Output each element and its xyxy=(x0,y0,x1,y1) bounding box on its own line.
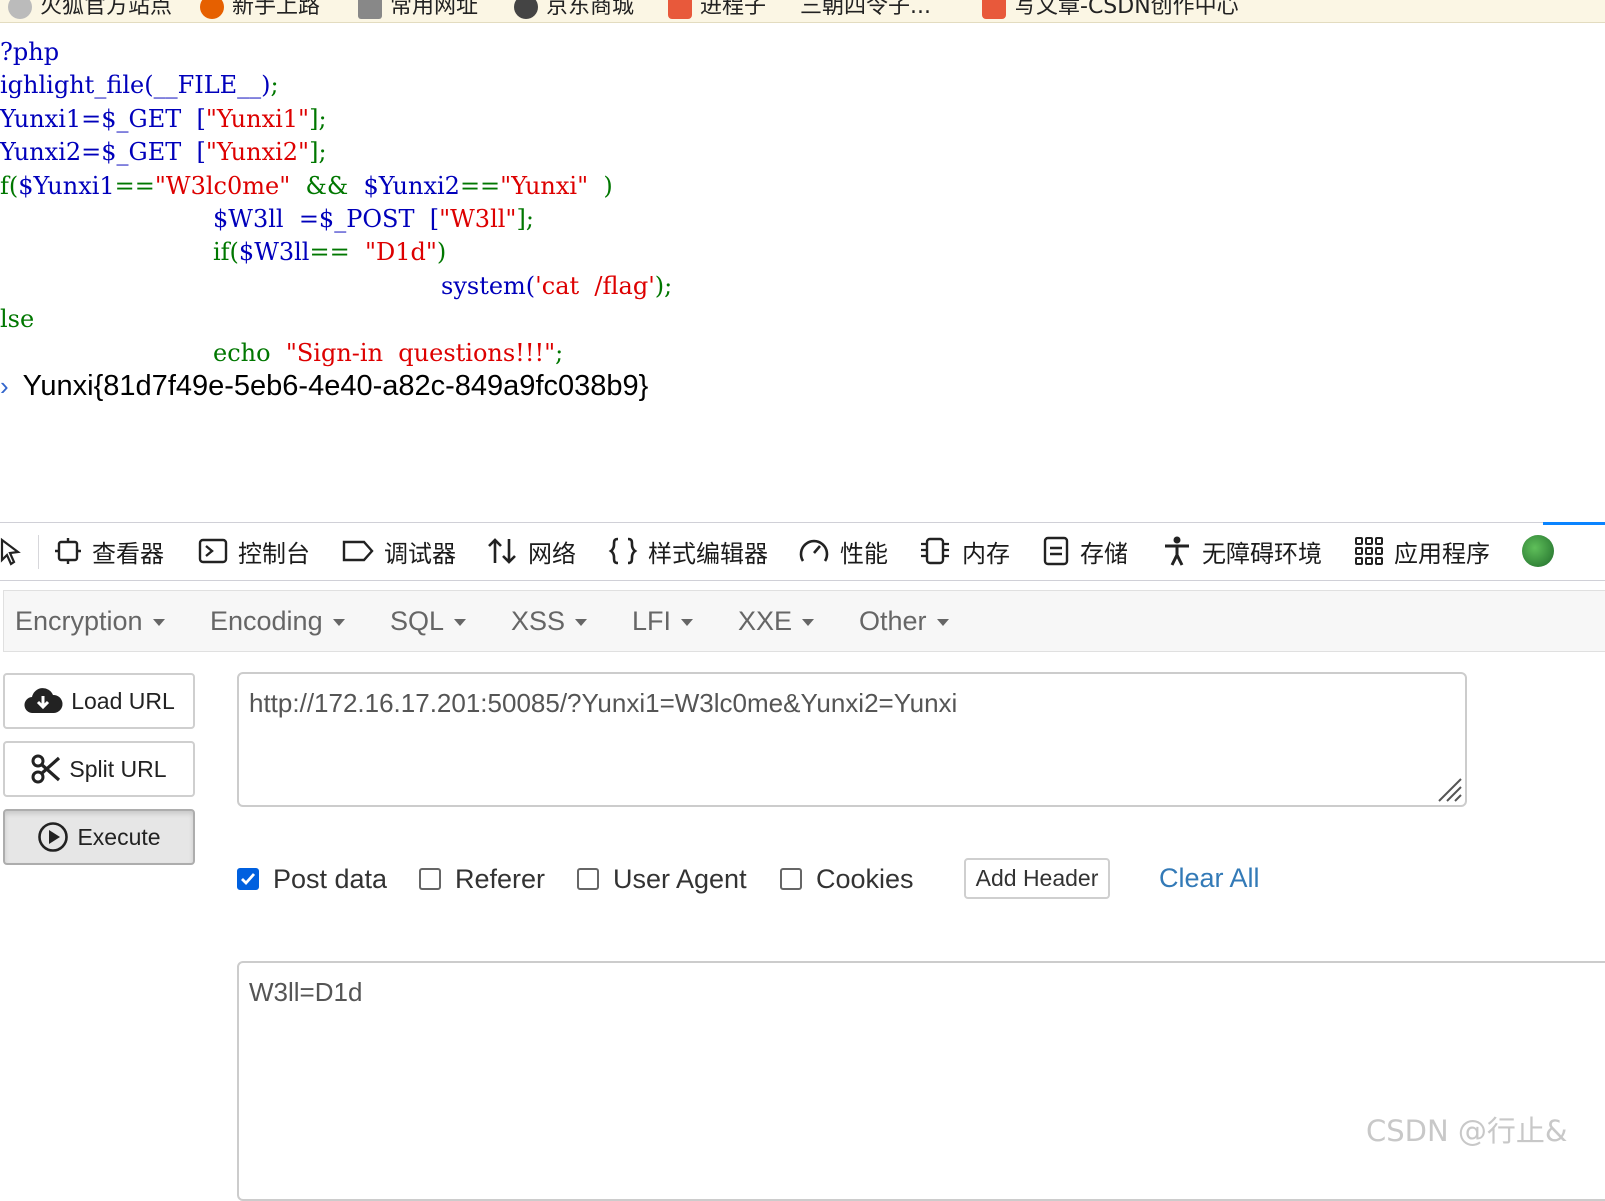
tab-memory[interactable]: 内存 xyxy=(918,535,1010,568)
caret-down-icon xyxy=(152,619,165,627)
memory-icon xyxy=(921,537,949,565)
menu-sql[interactable]: SQL xyxy=(390,606,467,637)
flag-text: Yunxi{81d7f49e-5eb6-4e40-a82c-849a9fc038… xyxy=(22,370,649,402)
gauge-icon xyxy=(799,539,829,562)
add-header-button[interactable]: Add Header xyxy=(964,858,1110,899)
bookmark-item[interactable]: 火狐官方站点 xyxy=(8,0,172,20)
bookmark-item[interactable]: 常用网址 xyxy=(358,0,478,20)
user-agent-checkbox[interactable]: User Agent xyxy=(577,862,747,896)
console-icon xyxy=(198,538,228,564)
menu-encoding[interactable]: Encoding xyxy=(210,606,345,637)
php-source-code: ?php ighlight_file(__FILE__); Yunxi1=$_GET… xyxy=(0,38,673,367)
csdn-watermark: CSDN @行止& xyxy=(1366,1114,1568,1148)
braces-icon xyxy=(608,537,638,565)
cookies-checkbox[interactable]: Cookies xyxy=(780,862,914,896)
firefox-icon xyxy=(200,0,224,19)
storage-icon xyxy=(1043,536,1069,566)
bookmark-item[interactable]: 进程子 xyxy=(668,0,766,20)
tab-storage[interactable]: 存储 xyxy=(1042,535,1128,568)
grid-icon xyxy=(1355,537,1383,565)
csdn-icon xyxy=(982,0,1006,19)
menu-other[interactable]: Other xyxy=(859,606,949,637)
accessibility-icon xyxy=(1165,536,1189,566)
bookmark-item[interactable]: 三朝四令子... xyxy=(800,0,931,20)
active-tab-indicator xyxy=(1543,522,1605,525)
scissors-icon xyxy=(31,754,61,784)
play-circle-icon xyxy=(38,822,69,852)
folder-icon xyxy=(8,0,32,19)
caret-down-icon xyxy=(681,619,694,627)
tab-debugger[interactable]: 调试器 xyxy=(342,535,456,568)
folder-icon xyxy=(358,0,382,19)
url-textarea[interactable]: http://172.16.17.201:50085/?Yunxi1=W3lc0… xyxy=(237,672,1467,807)
menu-lfi[interactable]: LFI xyxy=(632,606,694,637)
menu-xxe[interactable]: XXE xyxy=(738,606,815,637)
globe-icon xyxy=(514,0,538,19)
referer-checkbox[interactable]: Referer xyxy=(419,862,545,896)
checkbox-icon xyxy=(780,868,802,890)
hackbar-menubar: Encryption Encoding SQL XSS LFI XXE Othe… xyxy=(3,590,1605,652)
post-data-value: W3ll=D1d xyxy=(249,977,363,1007)
tab-performance[interactable]: 性能 xyxy=(798,535,888,568)
checkbox-checked-icon xyxy=(237,868,259,890)
debugger-icon xyxy=(342,540,374,562)
caret-down-icon xyxy=(332,619,345,627)
bookmark-item[interactable]: 写文章-CSDN创作中心 xyxy=(982,0,1239,20)
resize-handle-icon[interactable] xyxy=(1433,773,1463,803)
checkbox-icon xyxy=(577,868,599,890)
bookmarks-toolbar: 火狐官方站点 新手上路 常用网址 京东商城 进程子 三朝四令子... 写文章-C… xyxy=(0,0,1605,23)
bookmark-item[interactable]: 新手上路 xyxy=(200,0,320,20)
caret-down-icon xyxy=(802,619,815,627)
caret-down-icon xyxy=(575,619,588,627)
csdn-icon xyxy=(668,0,692,19)
checkbox-icon xyxy=(419,868,441,890)
menu-encryption[interactable]: Encryption xyxy=(15,606,165,637)
post-data-checkbox[interactable]: Post data xyxy=(237,862,387,896)
inspector-icon xyxy=(55,538,81,564)
flag-output: › Yunxi{81d7f49e-5eb6-4e40-a82c-849a9fc03… xyxy=(0,370,648,403)
clear-all-link[interactable]: Clear All xyxy=(1159,863,1260,894)
split-url-button[interactable]: Split URL xyxy=(3,741,195,797)
post-data-textarea[interactable]: W3ll=D1d xyxy=(237,961,1605,1201)
cloud-download-icon xyxy=(24,688,63,714)
tab-console[interactable]: 控制台 xyxy=(198,535,310,568)
load-url-button[interactable]: Load URL xyxy=(3,673,195,729)
caret-down-icon xyxy=(936,619,949,627)
execute-button[interactable]: Execute xyxy=(3,809,195,865)
tab-style-editor[interactable]: 样式编辑器 xyxy=(608,535,768,568)
chevron-right-icon: › xyxy=(0,371,9,401)
toolbar-divider xyxy=(38,535,39,569)
tab-inspector[interactable]: 查看器 xyxy=(54,535,164,568)
network-icon xyxy=(488,538,516,564)
bookmark-item[interactable]: 京东商城 xyxy=(514,0,634,20)
menu-xss[interactable]: XSS xyxy=(511,606,588,637)
tab-accessibility[interactable]: 无障碍环境 xyxy=(1162,535,1322,568)
url-value: http://172.16.17.201:50085/?Yunxi1=W3lc0… xyxy=(249,688,958,718)
devtools-toolbar: 查看器 控制台 调试器 网络 样式编辑器 性能 内存 存储 无障碍环境 应用程序 xyxy=(0,522,1605,581)
hackbar-extension-icon[interactable] xyxy=(1522,535,1554,567)
tab-network[interactable]: 网络 xyxy=(486,535,576,568)
caret-down-icon xyxy=(454,619,467,627)
tab-application[interactable]: 应用程序 xyxy=(1354,535,1490,568)
pick-element-icon[interactable] xyxy=(0,537,22,572)
